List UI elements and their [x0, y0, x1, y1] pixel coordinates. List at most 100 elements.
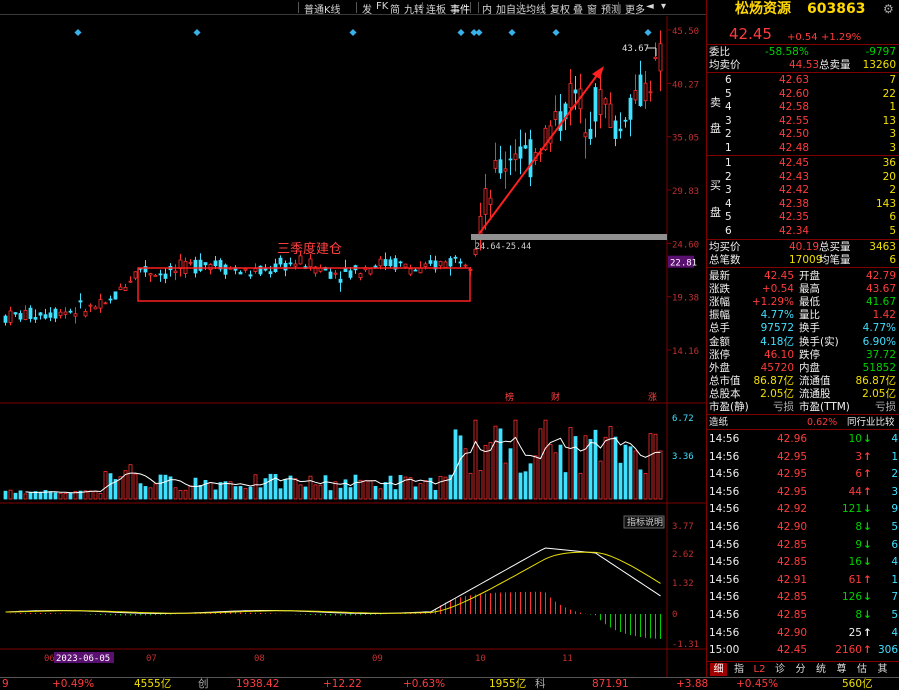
toolbar-item-7[interactable]: 内: [482, 1, 492, 16]
candle-body: [328, 271, 333, 279]
toolbar-item-0[interactable]: 普通K线: [304, 1, 341, 16]
toolbar-item-5[interactable]: 连板: [426, 1, 446, 16]
tick-volume: 8: [855, 521, 862, 533]
volume-bar: [358, 479, 363, 500]
volume-bar: [108, 473, 113, 500]
candle-body: [283, 263, 288, 271]
tick-direction-icon: ↑: [863, 626, 872, 639]
event-marker-icon[interactable]: [74, 28, 82, 37]
toolbar-separator: [544, 2, 545, 13]
candle-body: [148, 273, 153, 276]
toolbar-item-11[interactable]: 叠: [573, 1, 583, 16]
candle-body: [513, 153, 518, 161]
volume-bar: [163, 474, 168, 500]
toolbar-item-6[interactable]: 事件: [450, 1, 470, 16]
toolbar-item-9[interactable]: 均线: [526, 1, 546, 16]
volume-bar: [483, 444, 488, 500]
bottom-tab-6[interactable]: 尊: [833, 663, 850, 676]
tick-volume: 10: [848, 433, 862, 445]
stat-value: 6.90%: [862, 335, 896, 348]
tick-volume: 16: [848, 556, 862, 569]
volume-bar: [643, 473, 648, 500]
volume-bar: [473, 419, 478, 500]
speaker-icon[interactable]: ◄: [646, 1, 654, 12]
stat-value: 1.42: [872, 309, 896, 322]
bottom-tab-0[interactable]: 细: [710, 663, 727, 676]
volume-bar: [48, 491, 53, 500]
toolbar-item-3[interactable]: 简: [390, 1, 400, 16]
bottom-tab-5[interactable]: 统: [813, 663, 830, 676]
volume-bar: [363, 480, 368, 500]
event-tag[interactable]: 财: [551, 391, 560, 403]
bottom-tab-3[interactable]: 诊: [772, 663, 789, 676]
toolbar-item-12[interactable]: 窗: [587, 1, 597, 16]
event-marker-icon[interactable]: [552, 28, 560, 37]
status-index-value: 871.91: [592, 678, 629, 690]
price-axis-label: 40.27: [672, 80, 699, 90]
volume-bar: [158, 474, 163, 500]
dropdown-icon[interactable]: ▾: [661, 1, 666, 12]
candlestick-series[interactable]: [3, 30, 663, 326]
volume-bar: [103, 471, 108, 500]
event-marker-icon[interactable]: [349, 28, 357, 37]
candle-body: [243, 268, 248, 271]
candle-body: [123, 286, 128, 292]
volume-bar: [233, 486, 238, 500]
bottom-tab-2[interactable]: L2: [751, 663, 768, 676]
ask-price: 42.60: [779, 87, 810, 100]
weibi-value: -58.58%: [765, 46, 809, 58]
event-marker-icon[interactable]: [193, 28, 201, 37]
toolbar-item-14[interactable]: 更多: [625, 1, 645, 16]
ask-level: 2: [725, 128, 732, 140]
macd-dif-line: [5, 547, 661, 614]
ask-level: 1: [725, 141, 732, 154]
ask-row: 3 42.55 13: [707, 115, 899, 128]
stat-value: 41.67: [865, 296, 896, 309]
settings-icon[interactable]: ⚙: [883, 3, 894, 16]
event-marker-icon[interactable]: [508, 28, 516, 37]
tick-count: 9: [891, 503, 898, 516]
bottom-tab-4[interactable]: 分: [792, 663, 809, 676]
toolbar-item-4[interactable]: 九转: [404, 1, 424, 16]
event-marker-icon[interactable]: [644, 28, 652, 37]
candle-body: [568, 83, 573, 109]
bid-row: 5 42.35 6: [707, 211, 899, 224]
volume-bar: [258, 487, 263, 500]
candle-body: [63, 311, 68, 315]
toolbar-item-10[interactable]: 复权: [550, 1, 570, 16]
toolbar-item-1[interactable]: 发: [362, 1, 372, 16]
bottom-tab-7[interactable]: 估: [854, 663, 871, 676]
volume-bar: [288, 475, 293, 500]
bottom-tab-8[interactable]: 其: [874, 663, 891, 676]
toolbar-item-2[interactable]: FK: [376, 1, 388, 12]
event-marker-icon[interactable]: [475, 28, 483, 37]
volume-bar: [453, 429, 458, 500]
toolbar-separator: [356, 2, 357, 13]
bottom-tab-1[interactable]: 指: [731, 663, 748, 676]
kline-svg[interactable]: 45.50 40.27 35.05 29.83 24.60 19.38 14.16 22.81…: [0, 16, 706, 677]
tick-volume: 9: [855, 538, 862, 551]
bid-price: 42.35: [779, 211, 810, 223]
avg-sell-row: 均卖价 44.53 总卖量 13260: [707, 59, 899, 72]
quote-stat-row: 涨幅 +1.29% 最低 41.67: [707, 296, 899, 309]
sector-compare-link[interactable]: 同行业比较: [847, 416, 895, 429]
accumulation-label: 三季度建仓: [277, 241, 342, 257]
toolbar-item-8[interactable]: 加自选: [496, 1, 526, 16]
last-price-tag: 22.81: [670, 259, 697, 269]
volume-bar: [18, 490, 23, 500]
candle-body: [398, 261, 403, 264]
event-tag[interactable]: 榜: [505, 391, 514, 403]
event-tag[interactable]: 涨: [648, 392, 657, 403]
candle-body: [73, 313, 78, 317]
toolbar-separator: [478, 2, 479, 13]
kline-chart[interactable]: 45.50 40.27 35.05 29.83 24.60 19.38 14.16 22.81…: [0, 16, 706, 677]
volume-bar: [433, 489, 438, 500]
avg-sell-label: 均卖价: [709, 59, 741, 71]
candle-body: [33, 317, 38, 320]
bid-level: 5: [725, 211, 732, 223]
event-marker-icon[interactable]: [457, 28, 465, 37]
bid-price: 42.38: [779, 197, 810, 210]
volume-bar: [378, 488, 383, 500]
candle-body: [108, 298, 113, 301]
bid-row: 3 42.42 2: [707, 184, 899, 197]
